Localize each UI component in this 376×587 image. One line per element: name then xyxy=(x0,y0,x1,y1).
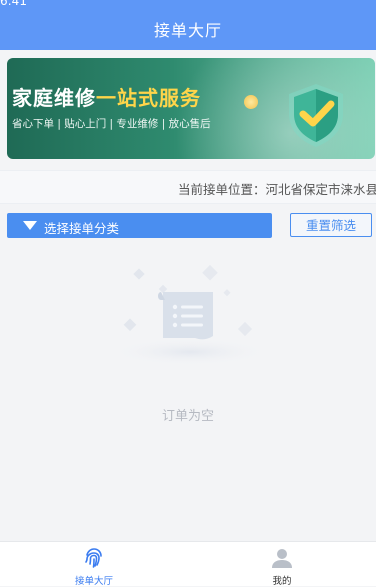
header-bar: 6:41 接单大厅 xyxy=(0,0,376,50)
banner-subtitle: 省心下单 | 贴心上门 | 专业维修 | 放心售后 xyxy=(12,118,211,130)
shield-icon xyxy=(289,84,343,147)
dropdown-triangle-icon xyxy=(23,221,37,230)
status-time: 6:41 xyxy=(0,0,27,8)
empty-state-text: 订单为空 xyxy=(161,409,214,424)
promo-banner[interactable]: 家庭维修一站式服务 省心下单 | 贴心上门 | 专业维修 | 放心售后 xyxy=(7,58,375,159)
reset-filter-button[interactable]: 重置筛选 xyxy=(290,213,372,237)
banner-dot xyxy=(244,95,258,109)
banner-title-highlight: 一站式服务 xyxy=(96,86,201,110)
category-filter-select[interactable]: 选择接单分类 xyxy=(7,213,272,238)
page-title: 接单大厅 xyxy=(153,21,222,40)
location-text: 当前接单位置：河北省保定市涞水县 xyxy=(177,182,376,197)
location-bar: 当前接单位置：河北省保定市涞水县 xyxy=(0,170,376,204)
tab-bar: 接单大厅 我的 xyxy=(0,541,376,587)
tab-mine[interactable]: 我的 xyxy=(188,542,376,587)
category-filter-label: 选择接单分类 xyxy=(44,221,120,236)
banner-title: 家庭维修一站式服务 xyxy=(12,82,201,111)
tab-order-hall[interactable]: 接单大厅 xyxy=(0,542,188,587)
user-icon xyxy=(272,549,292,568)
banner-title-prefix: 家庭维修 xyxy=(12,86,96,110)
empty-list-icon xyxy=(110,264,270,366)
fingerprint-icon xyxy=(85,548,102,568)
